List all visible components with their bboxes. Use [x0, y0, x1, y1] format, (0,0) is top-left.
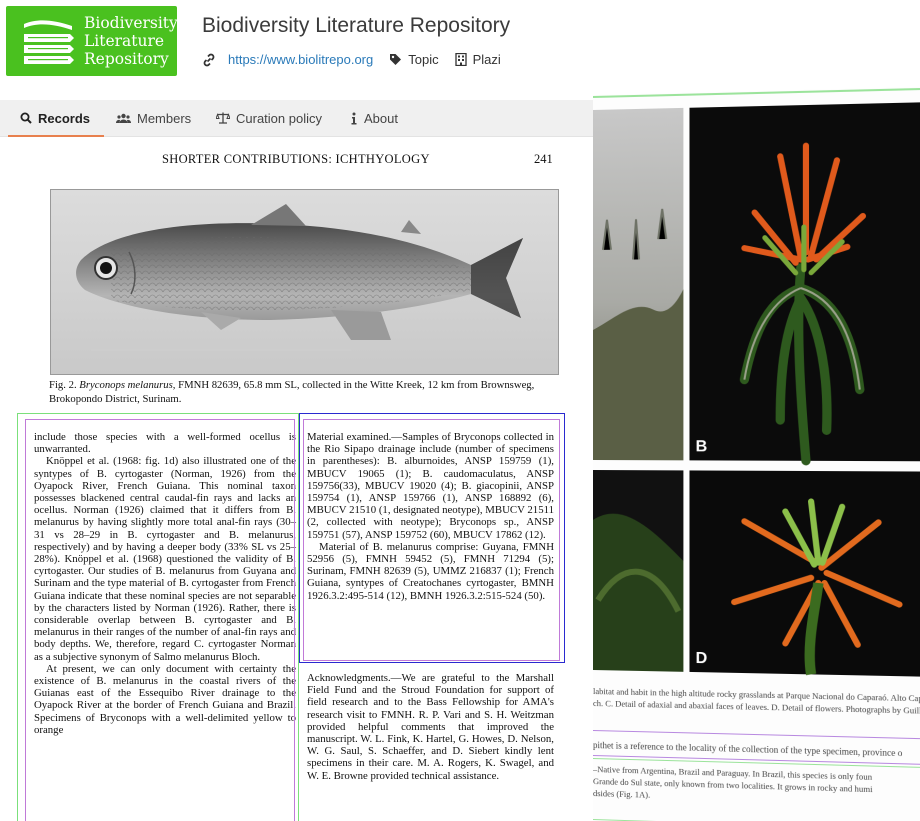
tab-bar: Records Members Curation policy About: [0, 100, 593, 137]
tab-label: Records: [38, 110, 91, 126]
figure-caption: Fig. 2. Bryconops melanurus, FMNH 82639,…: [49, 378, 561, 406]
tab-records[interactable]: Records: [7, 100, 105, 137]
running-head: SHORTER CONTRIBUTIONS: ICHTHYOLOGY: [162, 152, 430, 166]
topic-link-item[interactable]: Topic: [389, 52, 439, 67]
topic-label[interactable]: Topic: [408, 52, 438, 67]
material-examined-block: Material examined.—Samples of Bryconops …: [307, 431, 554, 602]
paragraph: include those species with a well-formed…: [34, 431, 296, 456]
repository-viewer: Biodiversity Literature Repository Biodi…: [0, 0, 593, 821]
paragraph: At present, we can only document with ce…: [34, 662, 296, 736]
info-icon: [351, 112, 357, 124]
header: Biodiversity Literature Repository Biodi…: [0, 0, 593, 100]
panel-label-d: D: [695, 649, 708, 668]
plazi-link-item[interactable]: Plazi: [454, 52, 501, 67]
tab-curation-policy[interactable]: Curation policy: [216, 100, 322, 136]
plate-page: B D labitat and habit in the high altitu…: [593, 0, 920, 821]
books-logo-icon: [24, 20, 74, 64]
panel-label-b: B: [695, 438, 708, 456]
logo-line: Literature: [84, 32, 165, 50]
acknowledgments-block: Acknowledgments.—We are grateful to the …: [307, 672, 554, 782]
plant-photo-panels: [593, 0, 920, 687]
website-link[interactable]: https://www.biolitrepo.org: [228, 52, 373, 67]
search-icon: [20, 112, 32, 124]
plazi-label[interactable]: Plazi: [473, 52, 501, 67]
logo-line: Biodiversity: [84, 14, 178, 32]
logo-text: Biodiversity Literature Repository: [84, 14, 178, 68]
paragraph: Knöppel et al. (1968: fig. 1d) also illu…: [34, 455, 296, 663]
background-plant-plate: B D labitat and habit in the high altitu…: [593, 0, 920, 821]
paragraph: Material examined.—Samples of Bryconops …: [307, 431, 554, 541]
tab-members[interactable]: Members: [116, 100, 191, 136]
tab-label: Members: [137, 110, 192, 126]
website-link-item[interactable]: https://www.biolitrepo.org: [202, 52, 373, 67]
fish-photograph: [50, 189, 559, 375]
scale-icon: [216, 112, 230, 124]
plate-etymology-line: pithet is a reference to the locality of…: [593, 740, 903, 759]
tag-icon: [390, 54, 402, 65]
figure-taxon: Bryconops melanurus,: [79, 379, 176, 391]
text-column-left: include those species with a well-formed…: [34, 431, 296, 736]
paragraph: Acknowledgments.—We are grateful to the …: [307, 672, 554, 782]
tab-label: About: [364, 110, 398, 126]
tab-about[interactable]: About: [350, 100, 398, 136]
logo-line: Repository: [84, 50, 169, 68]
building-icon: [454, 53, 467, 66]
site-logo[interactable]: Biodiversity Literature Repository: [6, 6, 178, 76]
paragraph: Material of B. melanurus comprise: Guyan…: [307, 540, 554, 602]
page-number: 241: [534, 152, 553, 166]
figure-number: Fig. 2.: [49, 379, 77, 391]
page-title: Biodiversity Literature Repository: [202, 14, 511, 37]
users-icon: [116, 113, 131, 123]
fish-image: [76, 204, 523, 351]
link-icon: [203, 53, 215, 66]
community-links: https://www.biolitrepo.org Topic Plazi: [202, 52, 517, 67]
plate-distribution-line: dsides (Fig. 1A).: [593, 788, 651, 800]
document-page: SHORTER CONTRIBUTIONS: ICHTHYOLOGY 241 F…: [0, 137, 593, 821]
tab-label: Curation policy: [236, 110, 322, 126]
